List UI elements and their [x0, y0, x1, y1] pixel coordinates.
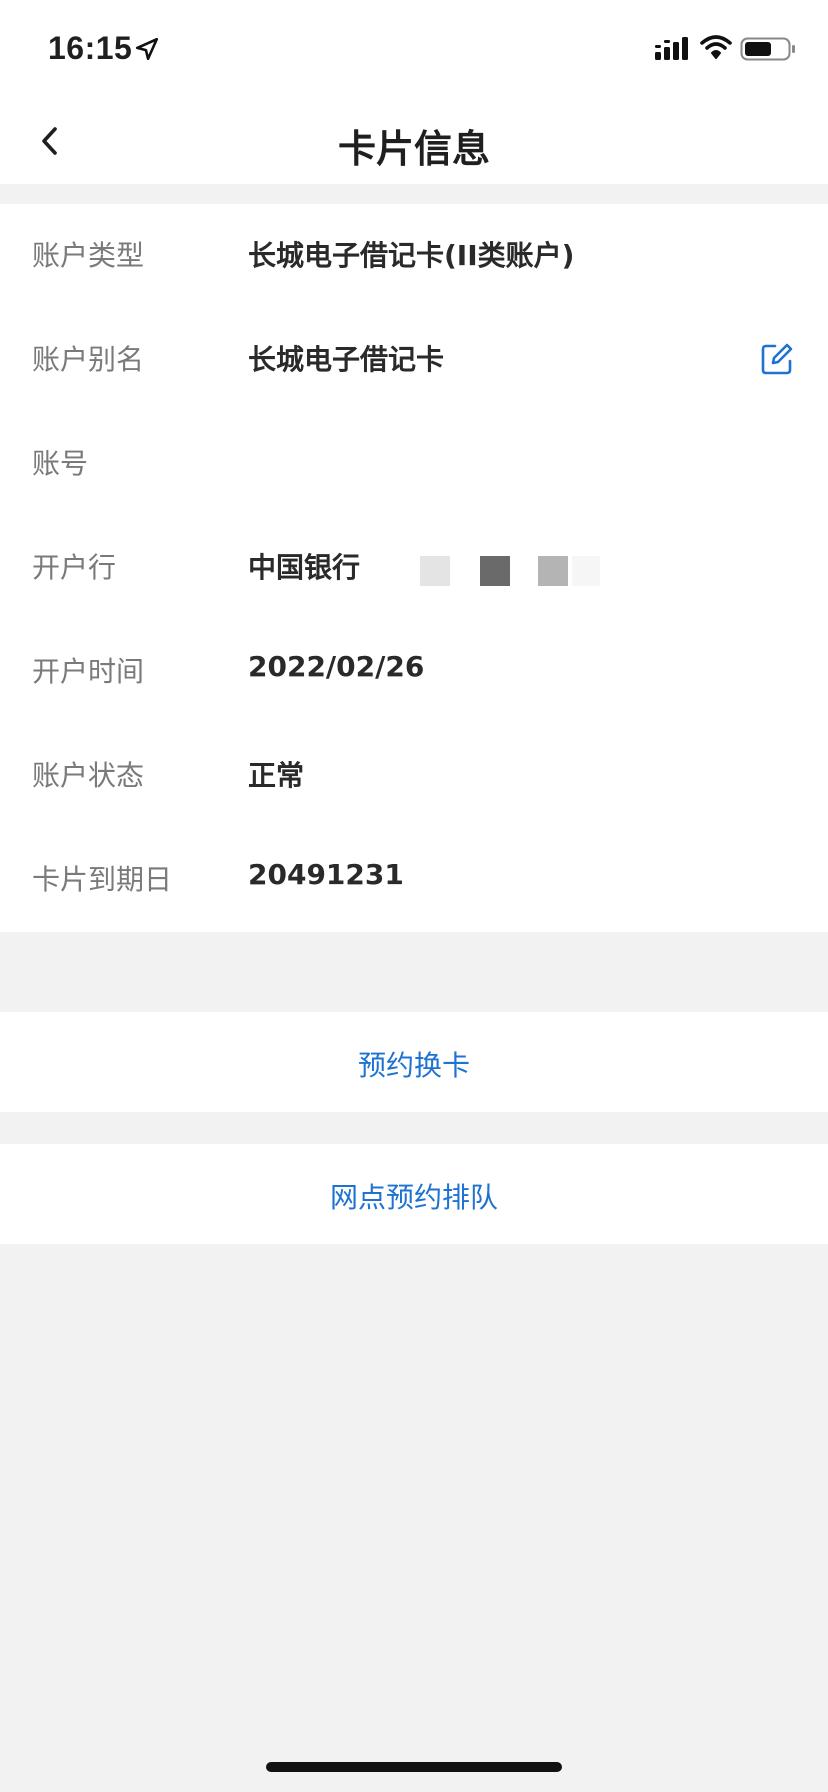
redaction-block: [572, 556, 600, 586]
row-value: 中国银行: [248, 551, 361, 584]
redaction-block: [538, 556, 568, 586]
branch-queue-button[interactable]: 网点预约排队: [0, 1144, 828, 1244]
edit-icon[interactable]: [760, 342, 794, 376]
row-account-type: 账户类型 长城电子借记卡(II类账户): [0, 204, 828, 308]
row-label: 账户别名: [32, 343, 145, 376]
battery-icon: [740, 37, 795, 61]
row-value: 长城电子借记卡(II类账户): [248, 239, 575, 272]
row-label: 开户时间: [32, 655, 145, 688]
redaction-block: [420, 556, 450, 586]
cellular-signal-icon: [655, 37, 688, 60]
row-opening-date: 开户时间 2022/02/26: [0, 620, 828, 724]
row-account-status: 账户状态 正常: [0, 724, 828, 828]
navigation-bar: 卡片信息: [0, 100, 828, 184]
row-account-number: 账号: [0, 412, 828, 516]
row-label: 账户状态: [32, 759, 145, 792]
card-replacement-button[interactable]: 预约换卡: [0, 1012, 828, 1112]
location-arrow-icon: [135, 37, 159, 61]
row-value: 正常: [248, 759, 305, 792]
row-value: 20491231: [248, 858, 404, 891]
status-time: 16:15: [48, 30, 133, 66]
row-value: 长城电子借记卡: [248, 343, 445, 376]
row-label: 开户行: [32, 551, 117, 584]
redaction-block: [480, 556, 510, 586]
page-title: 卡片信息: [337, 127, 490, 171]
row-label: 账号: [32, 447, 89, 480]
row-opening-bank: 开户行 中国银行: [0, 516, 828, 620]
home-indicator: [266, 1762, 562, 1772]
row-account-alias: 账户别名 长城电子借记卡: [0, 308, 828, 412]
card-info-list: 账户类型 长城电子借记卡(II类账户) 账户别名 长城电子借记卡 账号 开户行 …: [0, 204, 828, 932]
row-value: 2022/02/26: [248, 650, 425, 683]
status-bar: 16:15: [0, 0, 828, 100]
row-label: 卡片到期日: [32, 863, 173, 896]
branch-queue-label: 网点预约排队: [329, 1181, 498, 1214]
card-replacement-label: 预约换卡: [357, 1049, 470, 1082]
wifi-icon: [700, 35, 732, 59]
row-card-expiry: 卡片到期日 20491231: [0, 828, 828, 932]
row-label: 账户类型: [32, 239, 145, 272]
